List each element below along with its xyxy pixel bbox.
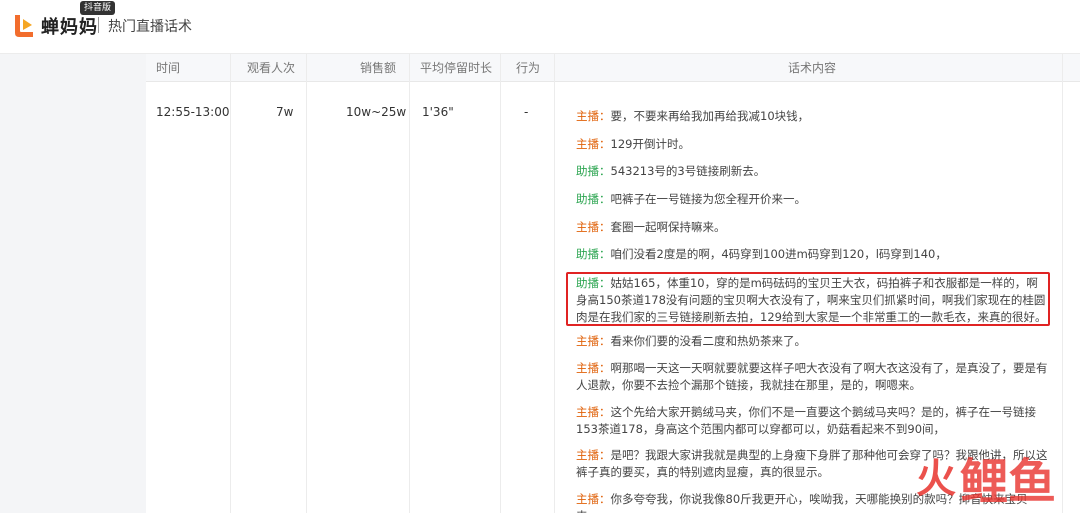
page-title: 热门直播话术 <box>108 19 192 35</box>
speaker-label: 助播： <box>576 192 611 206</box>
script-line: 主播：看来你们要的没看二度和热奶茶来了。 <box>576 333 1048 350</box>
table-header: 时间 观看人次 销售额 平均停留时长 行为 话术内容 <box>146 54 1080 82</box>
version-badge: 抖音版 <box>80 1 116 15</box>
script-text: 啊那喝一天这一天啊就要就要这样子吧大衣没有了啊大衣这没有了，是真没了，要是有人退… <box>576 361 1048 392</box>
cell-time: 12:55-13:00 <box>156 105 230 119</box>
column-header-sales[interactable]: 销售额 <box>360 54 396 82</box>
speaker-label: 主播： <box>576 361 611 375</box>
script-line: 主播：要，不要来再给我加再给我减10块钱， <box>576 108 1048 125</box>
cell-avg-stay: 1'36" <box>422 105 454 119</box>
speaker-label: 主播： <box>576 109 611 123</box>
script-line: 助播：咱们没看2度是的啊，4码穿到100进m码穿到120，l码穿到140， <box>576 246 1048 263</box>
script-text: 套圈一起啊保持嘛来。 <box>610 220 726 234</box>
column-divider <box>409 54 410 513</box>
script-text: 吧裤子在一号链接为您全程开价来一。 <box>610 192 807 206</box>
script-text: 这个先给大家开鹅绒马夹，你们不是一直要这个鹅绒马夹吗？是的，裤子在一号链接153… <box>576 405 1036 436</box>
speaker-label: 主播： <box>576 492 611 506</box>
script-text: 543213号的3号链接刷新去。 <box>610 164 766 178</box>
speaker-label: 主播： <box>576 334 611 348</box>
watermark-text: 鲤鱼 <box>960 454 1056 510</box>
brand-name[interactable]: 蝉妈妈 <box>41 13 98 39</box>
column-header-script: 话术内容 <box>788 61 837 75</box>
script-text: 要，不要来再给我加再给我减10块钱， <box>610 109 810 123</box>
column-header-action[interactable]: 行为 <box>516 54 540 82</box>
column-divider <box>230 54 231 513</box>
highlight-box <box>566 272 1050 326</box>
script-line: 助播：吧裤子在一号链接为您全程开价来一。 <box>576 191 1048 208</box>
script-line: 主播：129开倒计时。 <box>576 136 1048 153</box>
column-header-time[interactable]: 时间 <box>156 54 180 82</box>
script-text: 129开倒计时。 <box>610 137 690 151</box>
watermark-logo: 火 鲤鱼 <box>916 454 1056 510</box>
speaker-label: 主播： <box>576 137 611 151</box>
script-line: 助播：543213号的3号链接刷新去。 <box>576 163 1048 180</box>
chanmama-logo-icon[interactable] <box>12 13 36 39</box>
speaker-label: 助播： <box>576 164 611 178</box>
script-line: 主播：这个先给大家开鹅绒马夹，你们不是一直要这个鹅绒马夹吗？是的，裤子在一号链接… <box>576 404 1048 438</box>
column-header-views[interactable]: 观看人次 <box>247 54 295 82</box>
column-divider <box>500 54 501 513</box>
speaker-label: 主播： <box>576 405 611 419</box>
column-divider <box>306 54 307 513</box>
column-divider <box>554 54 555 513</box>
header-divider <box>98 17 99 33</box>
cell-action: - <box>524 105 529 119</box>
script-text: 看来你们要的没看二度和热奶茶来了。 <box>610 334 807 348</box>
cell-views: 7w <box>276 105 294 119</box>
speaker-label: 主播： <box>576 448 611 462</box>
watermark-prefix: 火 <box>916 456 956 502</box>
top-bar: 蝉妈妈 抖音版 热门直播话术 <box>0 0 1080 54</box>
column-header-avg-stay[interactable]: 平均停留时长 <box>420 54 492 82</box>
cell-sales: 10w~25w <box>346 105 407 119</box>
script-line: 主播：套圈一起啊保持嘛来。 <box>576 219 1048 236</box>
speaker-label: 助播： <box>576 247 611 261</box>
script-line: 主播：啊那喝一天这一天啊就要就要这样子吧大衣没有了啊大衣这没有了，是真没了，要是… <box>576 360 1048 394</box>
speaker-label: 主播： <box>576 220 611 234</box>
script-text: 咱们没看2度是的啊，4码穿到100进m码穿到120，l码穿到140， <box>610 247 947 261</box>
